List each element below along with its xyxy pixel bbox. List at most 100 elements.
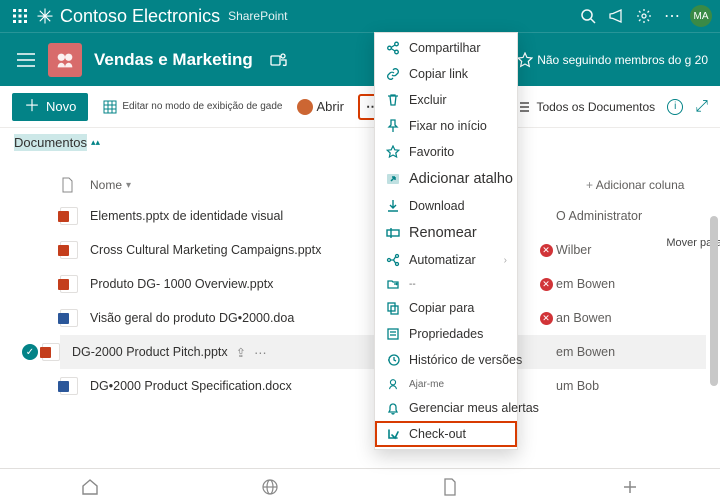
menu-item-history[interactable]: Histórico de versões bbox=[375, 347, 517, 373]
menu-item-label: Fixar no início bbox=[409, 119, 487, 133]
menu-item-label: Copiar para bbox=[409, 301, 474, 315]
word-file-icon bbox=[60, 377, 78, 395]
breadcrumb-caret-icon: ▴▴ bbox=[91, 137, 100, 148]
sync-error-icon: ✕ bbox=[540, 244, 553, 257]
menu-item-link[interactable]: Copiar link bbox=[375, 61, 517, 87]
menu-item-label: Excluir bbox=[409, 93, 447, 107]
page-icon[interactable] bbox=[439, 476, 461, 498]
menu-item-move[interactable]: -- bbox=[375, 273, 517, 295]
chevron-down-icon: ▾ bbox=[126, 180, 131, 191]
trash-icon bbox=[385, 92, 401, 108]
open-button[interactable]: Abrir bbox=[297, 99, 344, 115]
menu-item-copy[interactable]: Copiar para bbox=[375, 295, 517, 321]
alert-icon bbox=[385, 376, 401, 392]
teams-icon[interactable] bbox=[267, 48, 291, 72]
menu-item-props[interactable]: Propriedades bbox=[375, 321, 517, 347]
menu-item-label: Propriedades bbox=[409, 327, 483, 341]
add-column[interactable]: + Adicionar coluna bbox=[586, 178, 706, 192]
powerpoint-file-icon bbox=[60, 207, 78, 225]
powerpoint-file-icon bbox=[60, 241, 78, 259]
globe-icon[interactable] bbox=[259, 476, 281, 498]
row-checked-icon[interactable]: ✓ bbox=[22, 344, 38, 360]
mobile-nav-bar bbox=[0, 468, 720, 504]
user-avatar[interactable]: MA bbox=[690, 5, 712, 27]
copy-icon bbox=[385, 300, 401, 316]
breadcrumb: Documentos ▴▴ bbox=[0, 128, 720, 153]
menu-item-rename[interactable]: Renomear bbox=[375, 219, 517, 247]
powerpoint-file-icon bbox=[42, 343, 60, 361]
menu-item-pin[interactable]: Fixar no início bbox=[375, 113, 517, 139]
star-icon bbox=[385, 144, 401, 160]
home-icon[interactable] bbox=[79, 476, 101, 498]
menu-item-trash[interactable]: Excluir bbox=[375, 87, 517, 113]
chevron-right-icon: › bbox=[504, 255, 507, 266]
sync-error-icon: ✕ bbox=[540, 278, 553, 291]
bell-icon bbox=[385, 400, 401, 416]
grid-icon bbox=[102, 99, 118, 115]
site-header: Vendas e Marketing Não seguindo membros … bbox=[0, 32, 720, 86]
move-icon bbox=[385, 276, 401, 292]
open-icon bbox=[297, 99, 313, 115]
document-list: Nome▾ lifted By▾ + Adicionar coluna Elem… bbox=[0, 153, 720, 403]
follow-status[interactable]: Não seguindo membros do g 20 bbox=[517, 52, 708, 68]
menu-item-label: Histórico de versões bbox=[409, 353, 522, 367]
menu-item-label: Compartilhar bbox=[409, 41, 481, 55]
menu-item-label: Copiar link bbox=[409, 67, 468, 81]
sync-error-icon: ✕ bbox=[540, 312, 553, 325]
menu-item-download[interactable]: Download bbox=[375, 193, 517, 219]
app-launcher-icon[interactable] bbox=[8, 4, 32, 28]
history-icon bbox=[385, 352, 401, 368]
context-menu: Compartilhar Copiar link Excluir Fixar no i… bbox=[374, 32, 518, 450]
menu-item-alert[interactable]: Ajar-me bbox=[375, 373, 517, 395]
flow-icon bbox=[385, 252, 401, 268]
new-button[interactable]: ＋Novo bbox=[12, 93, 88, 121]
star-icon bbox=[517, 52, 533, 68]
link-icon bbox=[385, 66, 401, 82]
menu-item-label: Adicionar atalho bbox=[409, 171, 513, 187]
view-selector[interactable]: Todos os Documentos bbox=[516, 100, 655, 114]
follow-label: Não seguindo membros do g 20 bbox=[537, 53, 708, 67]
add-icon[interactable] bbox=[619, 476, 641, 498]
settings-icon[interactable] bbox=[630, 2, 658, 30]
column-type[interactable] bbox=[60, 177, 90, 193]
info-pane-icon[interactable]: i bbox=[667, 99, 683, 115]
modified-by-cell: em Bowen bbox=[556, 277, 706, 291]
breadcrumb-current[interactable]: Documentos bbox=[14, 134, 87, 151]
shortcut-icon bbox=[385, 171, 401, 187]
share-row-icon[interactable]: ⇪ bbox=[236, 345, 246, 360]
row-more-icon[interactable]: ⋯ bbox=[254, 345, 267, 360]
modified-by-cell: um Bob bbox=[556, 379, 706, 393]
word-file-icon bbox=[60, 309, 78, 327]
menu-item-bell[interactable]: Gerenciar meus alertas bbox=[375, 395, 517, 421]
edit-grid-button[interactable]: Editar no modo de exibição de gade bbox=[102, 99, 282, 115]
rename-icon bbox=[385, 225, 401, 241]
modified-by-cell: O Administrator bbox=[556, 209, 706, 223]
megaphone-icon[interactable] bbox=[602, 2, 630, 30]
menu-item-label: -- bbox=[409, 279, 416, 290]
more-icon[interactable]: ⋯ bbox=[658, 2, 686, 30]
product-brand: SharePoint bbox=[228, 9, 287, 23]
menu-item-checkout[interactable]: Check-out bbox=[375, 421, 517, 447]
suite-header: Contoso Electronics SharePoint ⋯ MA bbox=[0, 0, 720, 32]
search-icon[interactable] bbox=[574, 2, 602, 30]
share-icon bbox=[385, 40, 401, 56]
tenant-logo-icon bbox=[36, 7, 54, 25]
powerpoint-file-icon bbox=[60, 275, 78, 293]
expand-icon[interactable]: ⤢ bbox=[695, 98, 708, 116]
menu-item-label: Check-out bbox=[409, 427, 466, 441]
menu-item-label: Ajar-me bbox=[409, 379, 444, 390]
props-icon bbox=[385, 326, 401, 342]
list-icon bbox=[516, 100, 530, 114]
site-logo[interactable] bbox=[48, 43, 82, 77]
scrollbar-thumb[interactable] bbox=[710, 216, 718, 386]
menu-item-flow[interactable]: Automatizar› bbox=[375, 247, 517, 273]
tenant-name: Contoso Electronics bbox=[60, 6, 220, 27]
menu-item-label: Favorito bbox=[409, 145, 454, 159]
menu-item-shortcut[interactable]: Adicionar atalho bbox=[375, 165, 517, 193]
menu-item-star[interactable]: Favorito bbox=[375, 139, 517, 165]
checkout-icon bbox=[385, 426, 401, 442]
download-icon bbox=[385, 198, 401, 214]
nav-toggle-icon[interactable] bbox=[12, 46, 40, 74]
modified-by-cell: em Bowen bbox=[556, 345, 706, 359]
menu-item-share[interactable]: Compartilhar bbox=[375, 35, 517, 61]
